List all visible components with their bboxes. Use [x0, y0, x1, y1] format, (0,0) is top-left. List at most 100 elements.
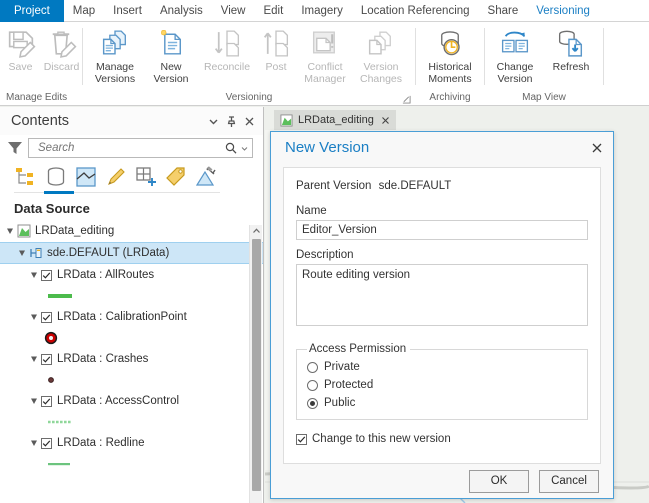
tab-insert[interactable]: Insert [104, 0, 151, 22]
chevron-down-icon[interactable] [206, 114, 221, 129]
tree-item-label: LRData_editing [35, 225, 114, 237]
version-changes-icon [364, 27, 398, 60]
tree-item-database-sde-default[interactable]: sde.DEFAULT (LRData) [0, 242, 263, 264]
radio-private[interactable] [307, 362, 318, 373]
ribbon-tab-bar: Project Map Insert Analysis View Edit Im… [0, 0, 649, 22]
tree-item-label: LRData : Redline [57, 437, 145, 449]
layer-visibility-checkbox[interactable] [41, 438, 52, 449]
layer-visibility-checkbox[interactable] [41, 270, 52, 281]
radio-protected[interactable] [307, 380, 318, 391]
save-button[interactable]: Save [0, 25, 41, 74]
radio-public[interactable] [307, 398, 318, 409]
new-version-button[interactable]: New Version [143, 25, 199, 85]
tab-map[interactable]: Map [64, 0, 104, 22]
cancel-button[interactable]: Cancel [539, 470, 599, 493]
tree-item-layer-redline[interactable]: LRData : Redline [0, 432, 263, 454]
list-by-editing-icon[interactable] [104, 165, 128, 189]
tab-project[interactable]: Project [0, 0, 64, 22]
list-by-selection-icon[interactable] [74, 165, 98, 189]
tree-item-layer-calibrationpoint[interactable]: LRData : CalibrationPoint [0, 306, 263, 328]
tab-versioning[interactable]: Versioning [527, 0, 599, 22]
chevron-down-icon[interactable] [240, 144, 249, 153]
contents-tool-tabs [0, 161, 263, 195]
change-to-new-version-checkbox[interactable] [296, 434, 307, 445]
post-button[interactable]: Post [255, 25, 297, 74]
change-version-button[interactable]: Change Version [487, 25, 543, 85]
check-icon [42, 313, 51, 322]
layer-visibility-checkbox[interactable] [41, 354, 52, 365]
group-label-manage-edits: Manage Edits [0, 90, 82, 106]
radio-label: Protected [324, 379, 373, 391]
tree-item-map[interactable]: LRData_editing [0, 220, 263, 242]
close-icon[interactable] [242, 114, 257, 129]
new-version-icon [154, 27, 188, 60]
expand-triangle-icon[interactable] [18, 249, 27, 258]
pin-icon[interactable] [224, 114, 239, 129]
list-by-snapping-icon[interactable] [134, 165, 158, 189]
access-option-private[interactable]: Private [307, 358, 587, 376]
tree-item-layer-allroutes[interactable]: LRData : AllRoutes [0, 264, 263, 286]
scroll-up-arrow-icon[interactable] [250, 225, 263, 237]
refresh-icon [554, 27, 588, 60]
tree-item-layer-crashes[interactable]: LRData : Crashes [0, 348, 263, 370]
button-label: Conflict [307, 62, 342, 74]
list-by-data-source-icon[interactable] [44, 165, 68, 189]
close-icon[interactable] [380, 115, 391, 126]
tab-analysis[interactable]: Analysis [151, 0, 212, 22]
layer-visibility-checkbox[interactable] [41, 396, 52, 407]
tab-imagery[interactable]: Imagery [292, 0, 352, 22]
tab-view[interactable]: View [212, 0, 255, 22]
access-option-protected[interactable]: Protected [307, 376, 587, 394]
scrollbar-thumb[interactable] [252, 239, 261, 491]
green-line-thick-symbol-icon [47, 291, 75, 301]
layer-symbol-row [0, 412, 263, 432]
expand-triangle-icon[interactable] [30, 313, 39, 322]
reconcile-button[interactable]: Reconcile [199, 25, 255, 74]
map-view-tab[interactable]: LRData_editing [274, 110, 396, 130]
conflict-manager-icon [308, 27, 342, 60]
tab-label: Map [73, 5, 95, 17]
pane-title: Contents [11, 113, 203, 129]
version-description-input[interactable] [296, 264, 588, 326]
ribbon-group-map-view: Change Version Refresh Map View [485, 22, 603, 106]
expand-triangle-icon[interactable] [30, 355, 39, 364]
expand-triangle-icon[interactable] [30, 397, 39, 406]
tab-label: Insert [113, 5, 142, 17]
expand-triangle-icon[interactable] [30, 271, 39, 280]
contents-vertical-scrollbar[interactable] [249, 225, 262, 503]
layer-visibility-checkbox[interactable] [41, 312, 52, 323]
search-box[interactable] [28, 138, 253, 158]
group-separator [603, 28, 604, 85]
change-to-new-version-row[interactable]: Change to this new version [296, 433, 588, 445]
button-label: Post [265, 62, 286, 74]
list-by-labeling-icon[interactable] [164, 165, 188, 189]
expand-triangle-icon[interactable] [30, 439, 39, 448]
manage-versions-button[interactable]: Manage Versions [87, 25, 143, 85]
close-icon[interactable] [589, 140, 605, 156]
button-label2: Version [153, 74, 188, 86]
access-permission-group: Access Permission Private Protected Publ… [296, 343, 588, 420]
ok-button[interactable]: OK [469, 470, 529, 493]
checkbox-label: Change to this new version [312, 433, 451, 445]
conflict-manager-button[interactable]: Conflict Manager [297, 25, 353, 85]
refresh-button[interactable]: Refresh [543, 25, 599, 74]
tab-edit[interactable]: Edit [254, 0, 292, 22]
layer-symbol-row [0, 454, 263, 473]
search-icon[interactable] [224, 141, 238, 155]
button-label: Refresh [553, 62, 590, 74]
version-name-input[interactable] [296, 220, 588, 240]
access-option-public[interactable]: Public [307, 394, 587, 412]
tab-location-referencing[interactable]: Location Referencing [352, 0, 479, 22]
version-changes-button[interactable]: Version Changes [353, 25, 409, 85]
list-by-drawing-order-icon[interactable] [14, 165, 38, 189]
search-input[interactable] [36, 141, 224, 155]
filter-icon[interactable] [6, 139, 24, 157]
dialog-launcher-icon[interactable] [402, 95, 411, 104]
expand-triangle-icon[interactable] [6, 227, 15, 236]
list-by-diagram-icon[interactable] [194, 165, 218, 189]
parent-version-row: Parent Version sde.DEFAULT [296, 180, 588, 192]
discard-button[interactable]: Discard [41, 25, 82, 74]
tree-item-layer-accesscontrol[interactable]: LRData : AccessControl [0, 390, 263, 412]
tab-share[interactable]: Share [479, 0, 528, 22]
historical-moments-button[interactable]: Historical Moments [419, 25, 481, 85]
